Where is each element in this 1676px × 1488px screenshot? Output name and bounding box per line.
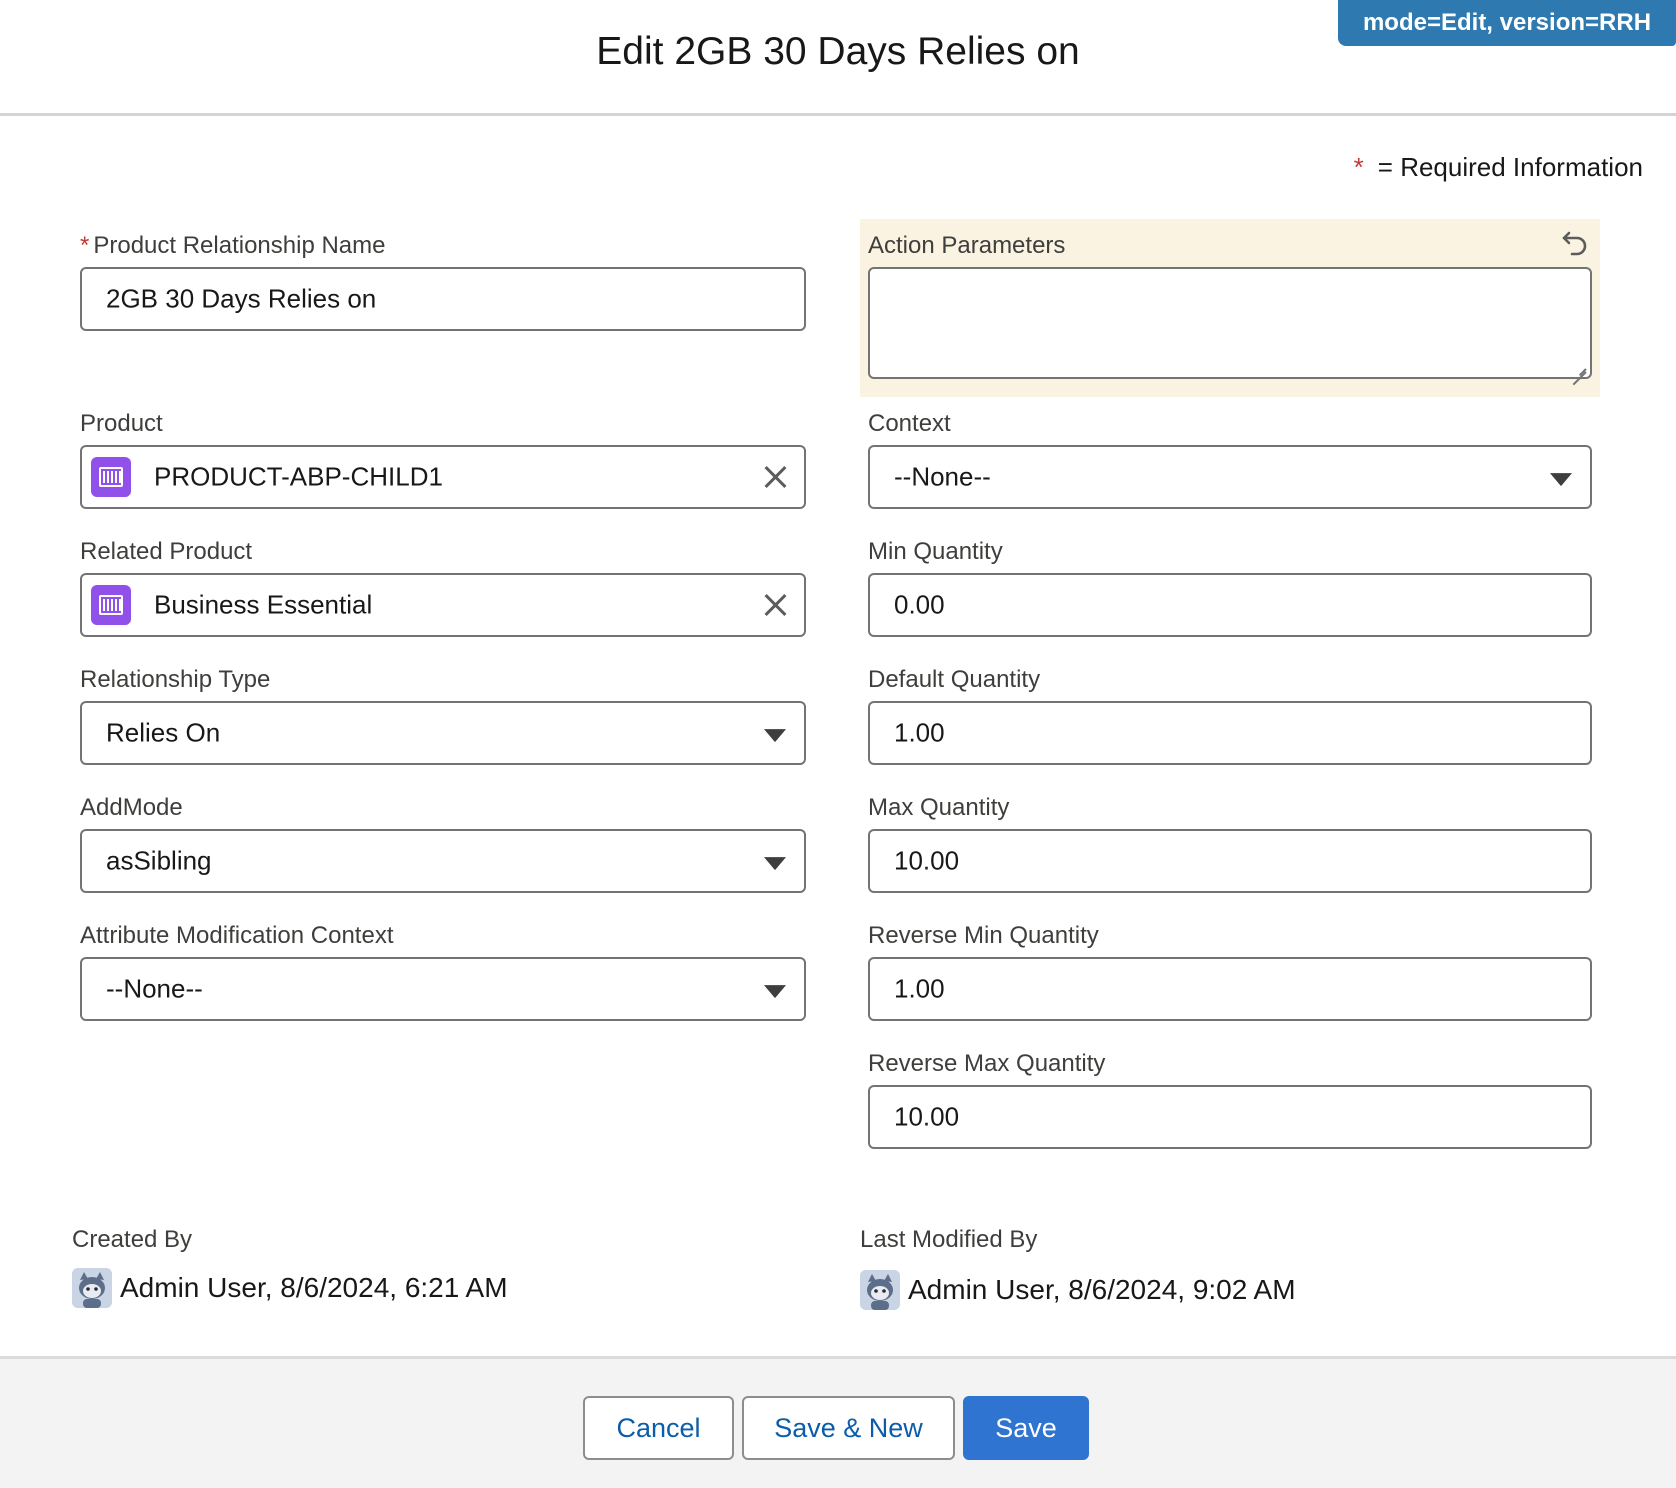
debug-badge: mode=Edit, version=RRH	[1338, 0, 1676, 46]
field-label: Max Quantity	[868, 794, 1010, 821]
modal-footer: Cancel Save & New Save	[0, 1356, 1676, 1488]
input-value: 10.00	[894, 845, 960, 876]
modal-header: Edit 2GB 30 Days Relies on mode=Edit, ve…	[0, 0, 1676, 116]
product-icon	[91, 585, 131, 625]
field-product: Product PRODUCT-ABP-CHILD1	[80, 410, 806, 510]
action-parameters-textarea[interactable]	[868, 267, 1592, 379]
field-action-parameters: Action Parameters	[860, 219, 1600, 397]
min-quantity-input[interactable]: 0.00	[868, 573, 1592, 637]
field-related-product: Related Product Business Essential	[80, 538, 806, 638]
field-context: Context --None--	[868, 410, 1592, 510]
save-and-new-button[interactable]: Save & New	[742, 1396, 955, 1460]
field-add-mode: AddMode asSibling	[80, 794, 806, 894]
undo-icon[interactable]	[1560, 227, 1590, 257]
avatar[interactable]	[72, 1268, 112, 1308]
input-value: 0.00	[894, 589, 945, 620]
field-label: Action Parameters	[868, 232, 1066, 259]
select-value: asSibling	[106, 845, 212, 876]
field-label: Related Product	[80, 538, 253, 565]
field-label: Context	[868, 410, 951, 437]
chevron-down-icon	[764, 985, 786, 999]
last-modified-by-label: Last Modified By	[860, 1226, 1038, 1253]
select-value: Relies On	[106, 717, 221, 748]
chevron-down-icon	[1550, 473, 1572, 487]
field-label: Min Quantity	[868, 538, 1003, 565]
required-star: *	[1353, 152, 1364, 182]
field-max-quantity: Max Quantity 10.00	[868, 794, 1592, 894]
product-relationship-name-input[interactable]: 2GB 30 Days Relies on	[80, 267, 806, 331]
field-default-quantity: Default Quantity 1.00	[868, 666, 1592, 766]
reverse-min-quantity-input[interactable]: 1.00	[868, 957, 1592, 1021]
save-button[interactable]: Save	[963, 1396, 1089, 1460]
related-product-lookup[interactable]: Business Essential	[80, 573, 806, 637]
resize-handle-icon[interactable]	[1572, 359, 1586, 373]
cancel-button[interactable]: Cancel	[583, 1396, 734, 1460]
field-label: Reverse Max Quantity	[868, 1050, 1106, 1077]
field-label: Reverse Min Quantity	[868, 922, 1099, 949]
context-select[interactable]: --None--	[868, 445, 1592, 509]
field-min-quantity: Min Quantity 0.00	[868, 538, 1592, 638]
created-by-section: Created By Admin User, 8/6/2024, 6:21 AM	[72, 1226, 772, 1316]
input-value: 10.00	[894, 1101, 960, 1132]
relationship-type-select[interactable]: Relies On	[80, 701, 806, 765]
chevron-down-icon	[764, 857, 786, 871]
chevron-down-icon	[764, 729, 786, 743]
required-legend-text: = Required Information	[1377, 152, 1643, 182]
input-value: 2GB 30 Days Relies on	[106, 283, 377, 314]
field-label: Product	[80, 410, 163, 437]
select-value: --None--	[106, 973, 203, 1004]
max-quantity-input[interactable]: 10.00	[868, 829, 1592, 893]
last-modified-by-value[interactable]: Admin User, 8/6/2024, 9:02 AM	[908, 1274, 1296, 1306]
field-label: * Product Relationship Name	[80, 232, 386, 259]
lookup-value: PRODUCT-ABP-CHILD1	[154, 461, 443, 492]
product-lookup[interactable]: PRODUCT-ABP-CHILD1	[80, 445, 806, 509]
field-label: Relationship Type	[80, 666, 271, 693]
field-reverse-max-quantity: Reverse Max Quantity 10.00	[868, 1050, 1592, 1150]
add-mode-select[interactable]: asSibling	[80, 829, 806, 893]
field-product-relationship-name: * Product Relationship Name 2GB 30 Days R…	[80, 232, 806, 332]
input-value: 1.00	[894, 973, 945, 1004]
field-label: Attribute Modification Context	[80, 922, 394, 949]
reverse-max-quantity-input[interactable]: 10.00	[868, 1085, 1592, 1149]
lookup-value: Business Essential	[154, 589, 373, 620]
clear-icon[interactable]	[762, 592, 788, 618]
default-quantity-input[interactable]: 1.00	[868, 701, 1592, 765]
required-mark: *	[80, 232, 90, 259]
required-legend: * = Required Information	[1354, 152, 1643, 183]
select-value: --None--	[894, 461, 991, 492]
clear-icon[interactable]	[762, 464, 788, 490]
field-label: AddMode	[80, 794, 183, 821]
attribute-modification-context-select[interactable]: --None--	[80, 957, 806, 1021]
input-value: 1.00	[894, 717, 945, 748]
field-relationship-type: Relationship Type Relies On	[80, 666, 806, 766]
field-label: Default Quantity	[868, 666, 1041, 693]
avatar[interactable]	[860, 1270, 900, 1310]
field-reverse-min-quantity: Reverse Min Quantity 1.00	[868, 922, 1592, 1022]
created-by-value[interactable]: Admin User, 8/6/2024, 6:21 AM	[120, 1272, 508, 1304]
product-icon	[91, 457, 131, 497]
field-attribute-modification-context: Attribute Modification Context --None--	[80, 922, 806, 1022]
last-modified-by-section: Last Modified By Admin User, 8/6/2024, 9…	[860, 1226, 1580, 1316]
created-by-label: Created By	[72, 1226, 193, 1253]
